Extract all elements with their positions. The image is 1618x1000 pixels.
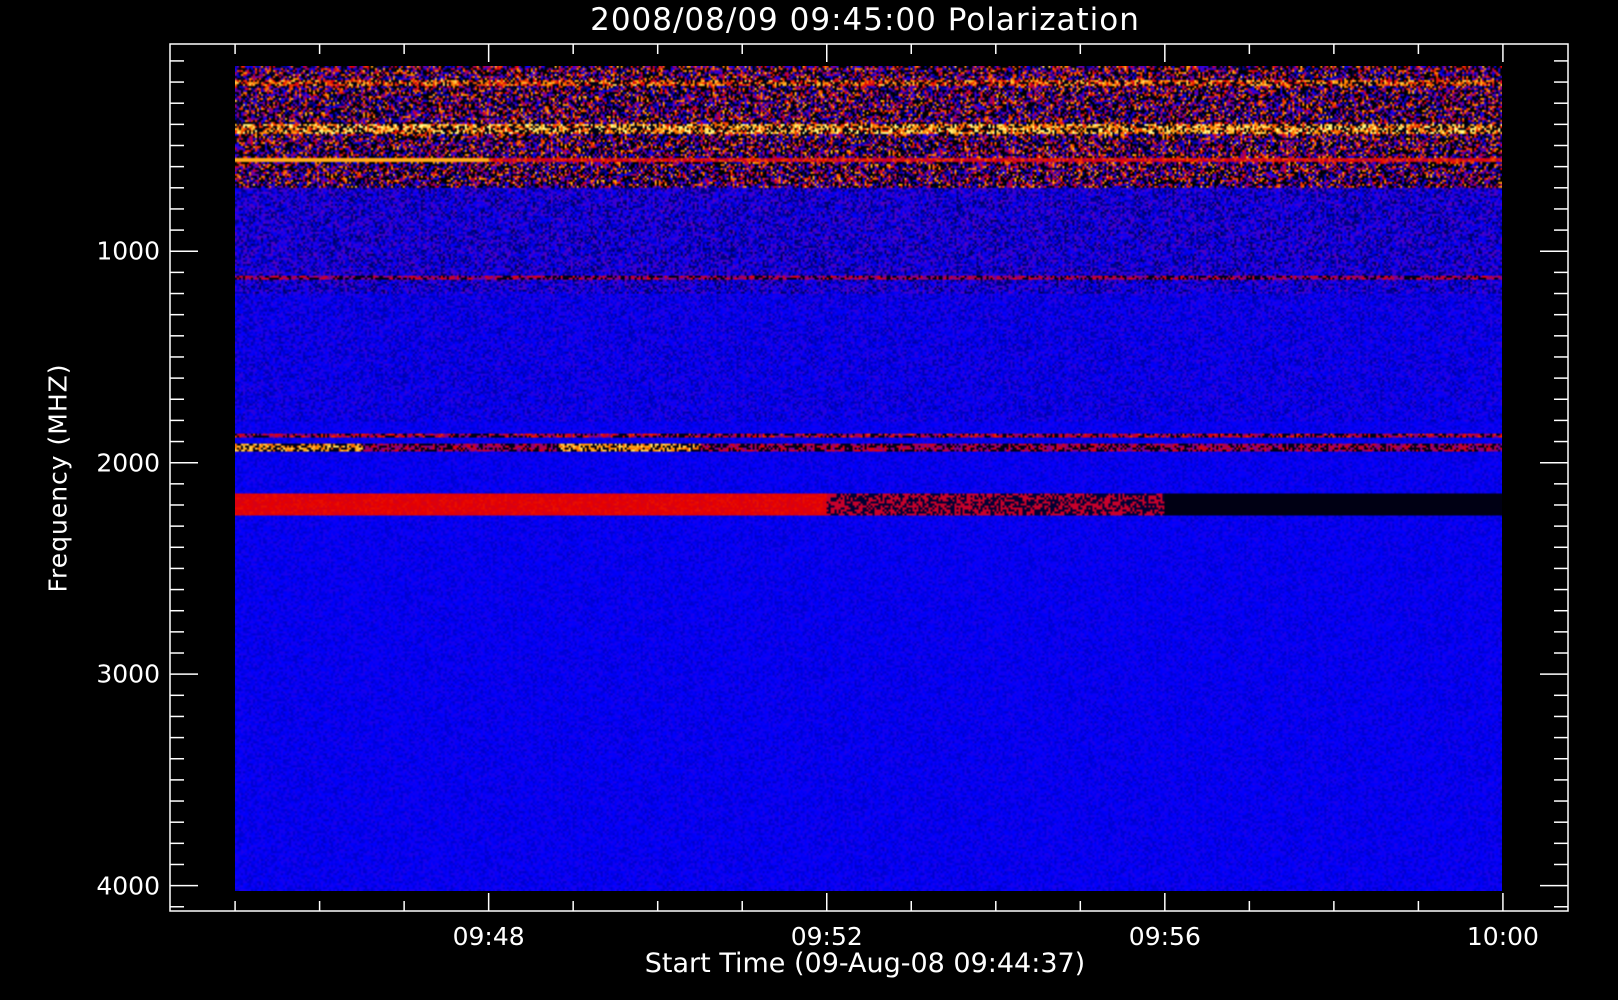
y-tick-label: 1000 <box>96 236 160 266</box>
plot-border <box>169 43 1569 912</box>
x-tick-label: 10:00 <box>1466 922 1539 951</box>
axes-frame <box>169 43 1569 912</box>
x-tick-label: 09:56 <box>1128 922 1201 951</box>
y-tick-label: 4000 <box>96 871 160 901</box>
y-tick-label: 2000 <box>96 448 160 478</box>
x-tick-label: 09:52 <box>790 922 863 951</box>
y-axis-label: Frequency (MHZ) <box>43 363 73 593</box>
x-tick-label: 09:48 <box>452 922 525 951</box>
y-tick-label: 3000 <box>96 659 160 689</box>
x-axis-label: Start Time (09-Aug-08 09:44:37) <box>644 948 1086 979</box>
